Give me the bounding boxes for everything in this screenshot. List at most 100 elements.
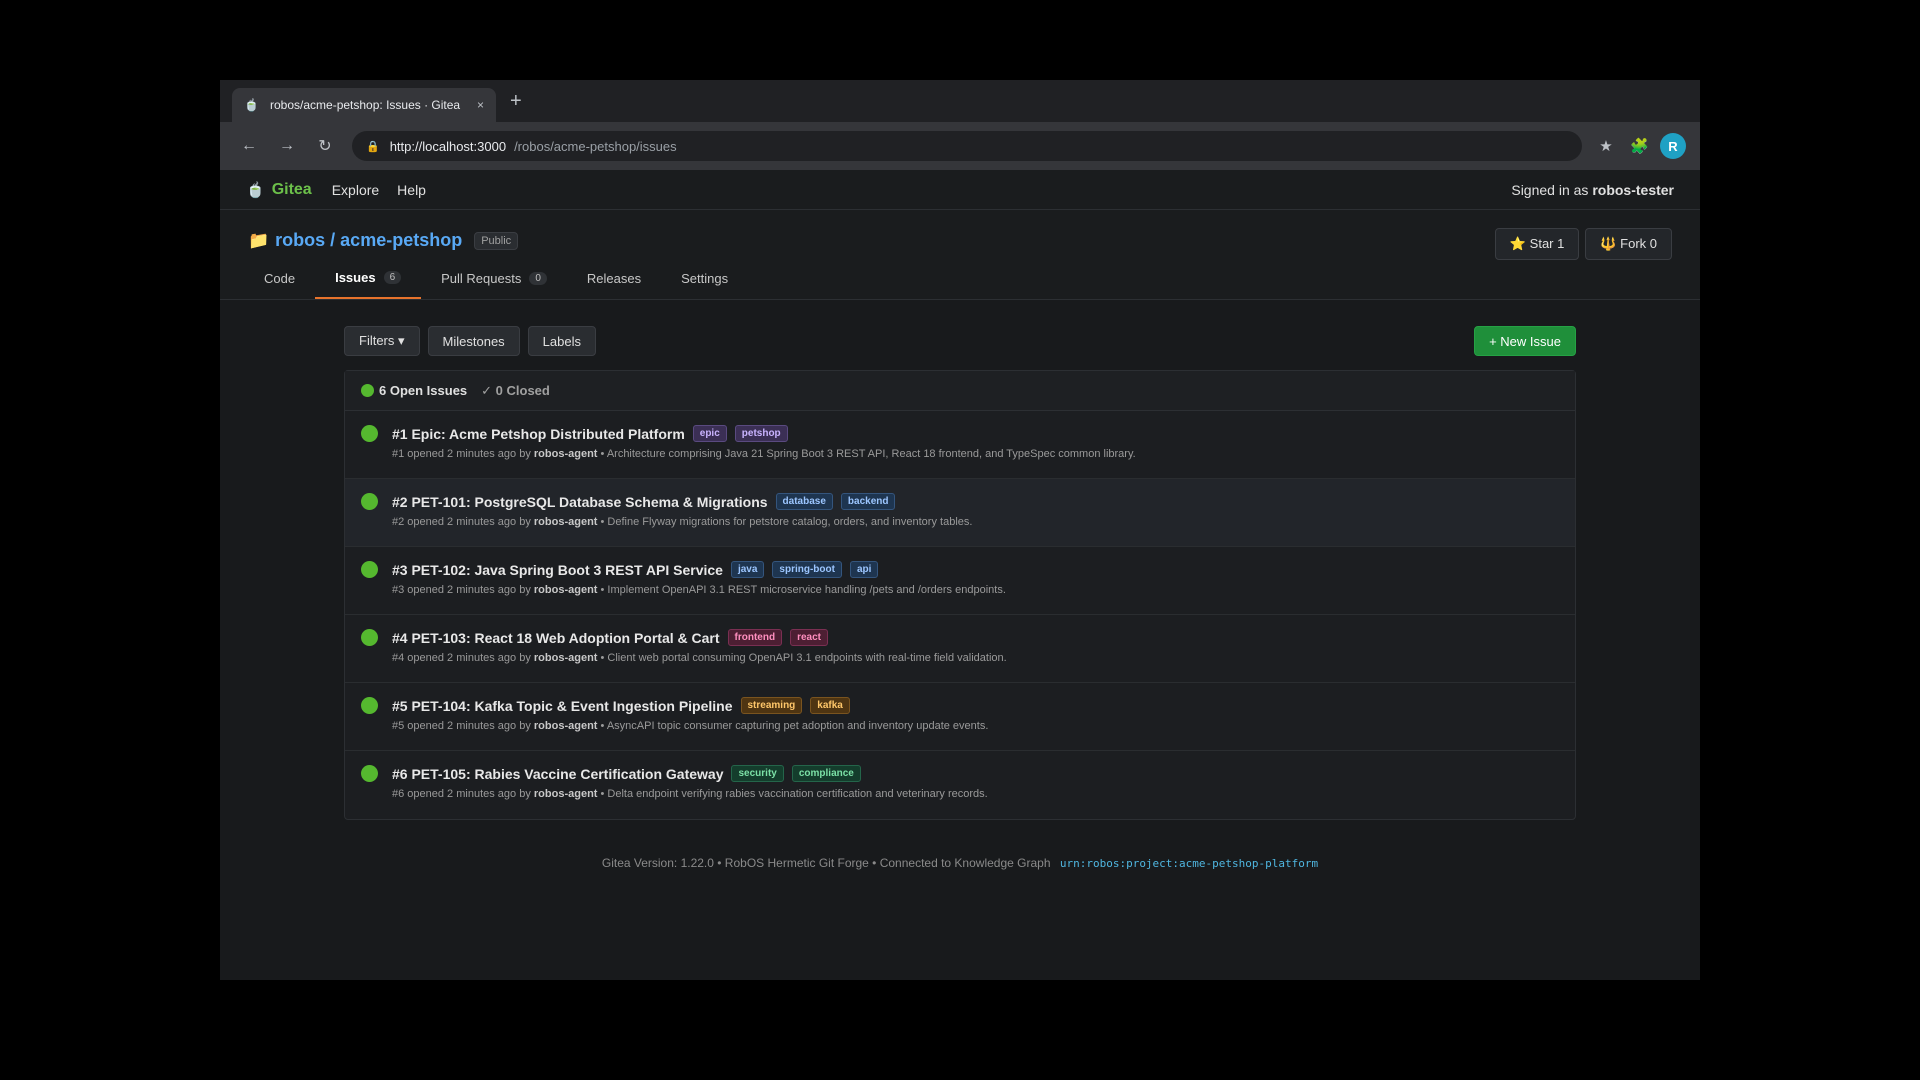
issue-meta-prefix: #3 opened 2 minutes ago by — [392, 584, 531, 596]
visibility-badge: Public — [474, 231, 519, 250]
milestones-button[interactable]: Milestones — [427, 326, 520, 356]
pr-count-badge: 0 — [529, 272, 547, 285]
star-button[interactable]: ⭐ Star 1 — [1494, 228, 1580, 260]
issue-label[interactable]: security — [731, 765, 784, 782]
issue-meta: #1 opened 2 minutes ago by robos-agent •… — [392, 448, 1136, 460]
open-issue-icon — [361, 697, 378, 714]
issue-row[interactable]: #6 PET-105: Rabies Vaccine Certification… — [345, 751, 1575, 819]
issue-label[interactable]: kafka — [810, 697, 850, 714]
open-issue-icon — [361, 765, 378, 782]
issue-title-link[interactable]: #6 PET-105: Rabies Vaccine Certification… — [392, 766, 723, 782]
issue-label[interactable]: backend — [840, 493, 896, 510]
tab-settings[interactable]: Settings — [661, 270, 748, 299]
issue-row[interactable]: #1 Epic: Acme Petshop Distributed Platfo… — [345, 411, 1575, 479]
tab-title: robos/acme-petshop: Issues · Gitea — [270, 98, 461, 112]
open-issues-filter[interactable]: 6 Open Issues — [361, 383, 467, 398]
signed-in-status: Signed in as robos-tester — [1511, 182, 1674, 198]
issue-list: 6 Open Issues ✓ 0 Closed #1 Epic: Acme P… — [344, 370, 1576, 820]
issue-label[interactable]: streaming — [740, 697, 803, 714]
issue-title-link[interactable]: #4 PET-103: React 18 Web Adoption Portal… — [392, 630, 720, 646]
issue-meta-prefix: #4 opened 2 minutes ago by — [392, 652, 531, 664]
signed-in-prefix: Signed in as — [1511, 181, 1589, 198]
issue-label[interactable]: petshop — [734, 425, 788, 442]
address-bar: ← → ↻ 🔒 http://localhost:3000 /robos/acm… — [220, 122, 1700, 170]
issue-meta: #5 opened 2 minutes ago by robos-agent •… — [392, 720, 988, 732]
page-footer: Gitea Version: 1.22.0 • RobOS Hermetic G… — [220, 856, 1700, 870]
issue-row[interactable]: #4 PET-103: React 18 Web Adoption Portal… — [345, 615, 1575, 683]
open-issue-icon — [361, 561, 378, 578]
issue-label[interactable]: epic — [692, 425, 727, 442]
issue-title-row: #6 PET-105: Rabies Vaccine Certification… — [392, 765, 988, 782]
new-issue-button[interactable]: + New Issue — [1474, 326, 1576, 356]
tab-strip: 🍵 robos/acme-petshop: Issues · Gitea × + — [220, 80, 1700, 122]
issue-title-link[interactable]: #3 PET-102: Java Spring Boot 3 REST API … — [392, 562, 723, 578]
forward-arrow-icon[interactable]: → — [268, 137, 306, 155]
issue-meta: #2 opened 2 minutes ago by robos-agent •… — [392, 516, 972, 528]
issue-body: #2 PET-101: PostgreSQL Database Schema &… — [392, 493, 972, 546]
issue-label[interactable]: java — [730, 561, 765, 578]
issue-list-header: 6 Open Issues ✓ 0 Closed — [345, 371, 1575, 411]
browser-tab[interactable]: 🍵 robos/acme-petshop: Issues · Gitea × — [232, 88, 496, 122]
repo-name-link[interactable]: robos / acme-petshop — [275, 230, 462, 251]
profile-avatar[interactable]: R — [1660, 133, 1686, 159]
issue-label[interactable]: spring-boot — [772, 561, 842, 578]
url-path: /robos/acme-petshop/issues — [514, 138, 677, 154]
issue-meta: #4 opened 2 minutes ago by robos-agent •… — [392, 652, 1007, 664]
username[interactable]: robos-tester — [1592, 182, 1674, 198]
knowledge-graph-urn[interactable]: urn:robos:project:acme-petshop-platform — [1060, 857, 1318, 870]
open-issue-icon — [361, 493, 378, 510]
labels-button[interactable]: Labels — [527, 326, 596, 356]
new-tab-button[interactable]: + — [510, 90, 522, 113]
open-issue-icon — [361, 384, 374, 397]
issue-label[interactable]: frontend — [727, 629, 783, 646]
issue-row[interactable]: #5 PET-104: Kafka Topic & Event Ingestio… — [345, 683, 1575, 751]
issue-author-link[interactable]: robos-agent — [534, 448, 598, 460]
issue-description: • Architecture comprising Java 21 Spring… — [600, 448, 1136, 460]
open-issue-icon — [361, 629, 378, 646]
lock-icon: 🔒 — [366, 140, 380, 153]
issue-title-link[interactable]: #1 Epic: Acme Petshop Distributed Platfo… — [392, 426, 685, 442]
issue-label[interactable]: database — [775, 493, 833, 510]
reload-icon[interactable]: ↻ — [306, 136, 344, 156]
tab-label: Code — [264, 271, 296, 286]
brand-link[interactable]: Gitea — [272, 181, 312, 199]
issue-body: #4 PET-103: React 18 Web Adoption Portal… — [392, 629, 1007, 682]
issue-author-link[interactable]: robos-agent — [534, 652, 598, 664]
issue-title-row: #4 PET-103: React 18 Web Adoption Portal… — [392, 629, 1007, 646]
issue-title-link[interactable]: #2 PET-101: PostgreSQL Database Schema &… — [392, 494, 768, 510]
star-icon[interactable]: ★ — [1598, 137, 1614, 155]
issue-meta: #3 opened 2 minutes ago by robos-agent •… — [392, 584, 1006, 596]
issues-count-badge: 6 — [383, 271, 402, 284]
tab-releases[interactable]: Releases — [567, 270, 661, 299]
issue-label[interactable]: react — [790, 629, 828, 646]
filters-button[interactable]: Filters ▾ — [344, 326, 420, 356]
issue-meta-prefix: #2 opened 2 minutes ago by — [392, 516, 531, 528]
tab-pull-requests[interactable]: Pull Requests 0 — [421, 270, 567, 299]
back-arrow-icon[interactable]: ← — [230, 137, 268, 155]
repo-header: 📁 robos / acme-petshop Public ⭐ Star 1 🔱… — [220, 210, 1700, 300]
issue-row[interactable]: #3 PET-102: Java Spring Boot 3 REST API … — [345, 547, 1575, 615]
issue-author-link[interactable]: robos-agent — [534, 516, 598, 528]
help-link[interactable]: Help — [397, 182, 426, 198]
issue-author-link[interactable]: robos-agent — [534, 788, 598, 800]
issue-body: #1 Epic: Acme Petshop Distributed Platfo… — [392, 425, 1136, 478]
open-count: 6 Open Issues — [379, 383, 468, 398]
issue-author-link[interactable]: robos-agent — [534, 584, 598, 596]
issue-description: • Client web portal consuming OpenAPI 3.… — [600, 652, 1007, 664]
issue-row[interactable]: #2 PET-101: PostgreSQL Database Schema &… — [345, 479, 1575, 547]
open-issue-icon — [361, 425, 378, 442]
puzzle-icon[interactable]: 🧩 — [1630, 137, 1649, 155]
issue-title-link[interactable]: #5 PET-104: Kafka Topic & Event Ingestio… — [392, 698, 733, 714]
explore-link[interactable]: Explore — [332, 182, 379, 198]
close-icon[interactable]: × — [477, 98, 484, 112]
issue-label[interactable]: compliance — [791, 765, 861, 782]
tab-code[interactable]: Code — [244, 270, 315, 299]
gitea-navbar: 🍵 Gitea Explore Help Signed in as robos-… — [220, 170, 1700, 210]
closed-issues-filter[interactable]: ✓ 0 Closed — [481, 383, 550, 399]
folder-icon: 📁 — [248, 230, 270, 250]
fork-button[interactable]: 🔱 Fork 0 — [1585, 228, 1672, 260]
issue-label[interactable]: api — [849, 561, 879, 578]
issue-author-link[interactable]: robos-agent — [534, 720, 598, 732]
tab-issues[interactable]: Issues 6 — [315, 270, 422, 299]
url-input[interactable]: 🔒 http://localhost:3000 /robos/acme-pets… — [352, 131, 1582, 161]
